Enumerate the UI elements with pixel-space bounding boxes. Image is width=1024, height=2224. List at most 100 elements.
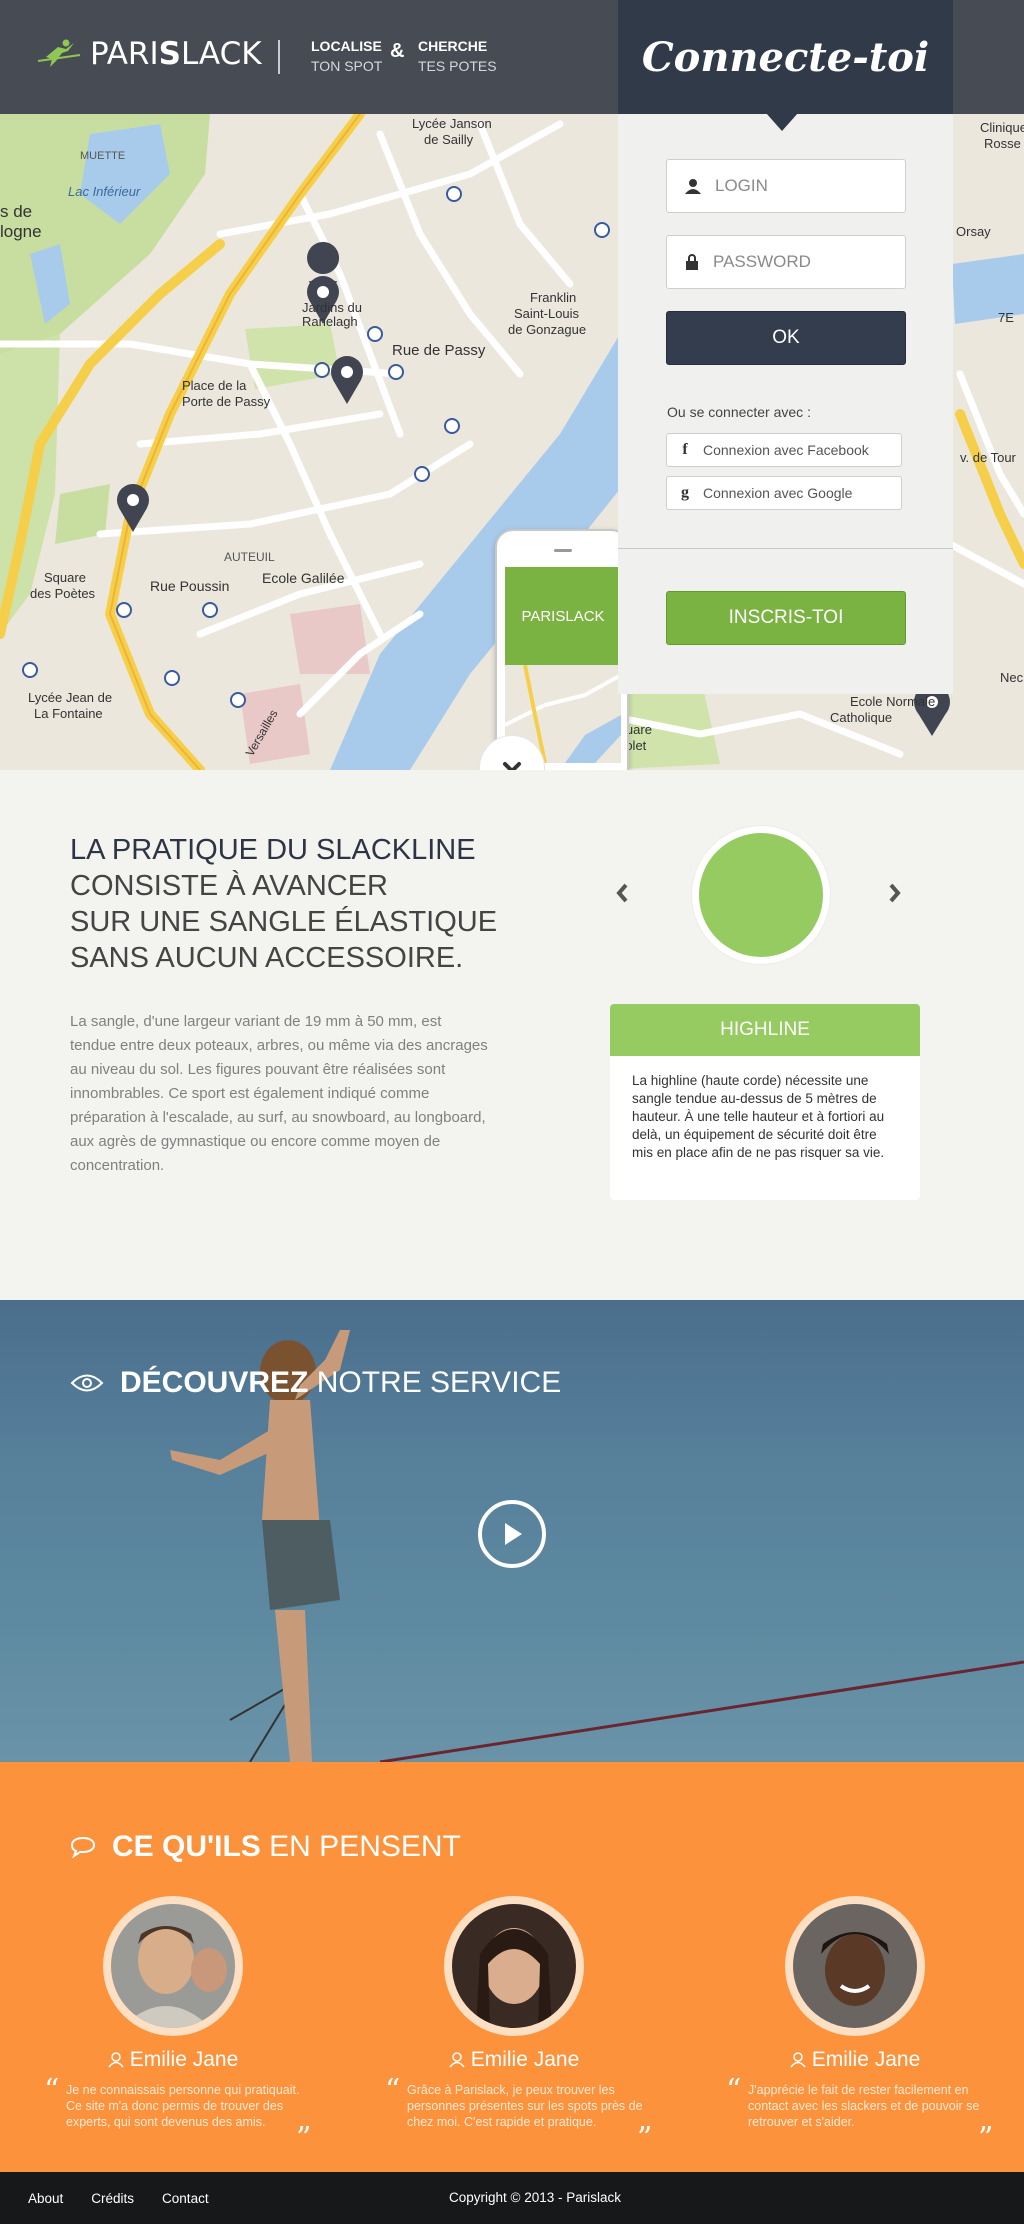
tagline-localise: LOCALISE TON SPOT	[311, 36, 382, 76]
google-login-label: Connexion avec Google	[703, 485, 853, 501]
alt-login-label: Ou se connecter avec :	[667, 404, 811, 420]
map-label: de Sailly	[424, 132, 474, 147]
phone-screen: PARISLACK	[505, 567, 621, 763]
avatar-photo	[793, 1904, 917, 2028]
map-label: Clinique	[980, 120, 1024, 135]
testimonials-title-rest: EN PENSENT	[269, 1830, 461, 1863]
map-label: Franklin	[530, 290, 577, 305]
logo-text-part: PARI	[90, 36, 159, 72]
phone-mockup: PARISLACK	[495, 529, 629, 770]
logo-text-part: LACK	[180, 36, 262, 72]
intro-body: La sangle, d'une largeur variant de 19 m…	[70, 1013, 488, 1174]
map-label: Place de la	[182, 378, 247, 393]
map-label: Orsay	[956, 224, 991, 239]
panel-divider	[618, 548, 953, 549]
tagline-title: CHERCHE	[418, 38, 488, 54]
map-label: Ranelagh	[302, 314, 358, 329]
highline-card-title: HIGHLINE	[610, 1004, 920, 1056]
video-title-text: DÉCOUVREZ NOTRE SERVICE	[120, 1366, 561, 1400]
map-label: Lac Inférieur	[68, 184, 141, 199]
user-icon	[790, 2052, 806, 2068]
testimonial-author: Emilie Jane	[8, 2048, 338, 2072]
footer-link-credits[interactable]: Crédits	[91, 2191, 134, 2206]
login-arrow	[766, 113, 798, 131]
map-label: Rosse	[984, 136, 1021, 151]
footer-link-contact[interactable]: Contact	[162, 2191, 209, 2206]
tagline-subtitle: TES POTES	[418, 58, 497, 74]
map-label: Porte de Passy	[182, 394, 271, 409]
testimonial-author: Emilie Jane	[690, 2048, 1020, 2072]
testimonials-section: CE QU'ILS EN PENSENT Emilie Jane “ Je ne…	[0, 1762, 1024, 2172]
map-label: Jardins du	[302, 300, 362, 315]
password-input[interactable]	[713, 252, 883, 272]
close-quote-icon: ”	[978, 2121, 994, 2156]
map-label: des Poètes	[30, 586, 96, 601]
map-label: Nec	[1000, 670, 1024, 685]
facebook-login-label: Connexion avec Facebook	[703, 442, 869, 458]
close-quote-icon: ”	[637, 2121, 653, 2156]
logo[interactable]: PARISLACK	[36, 36, 262, 72]
map-label: Versailles	[242, 707, 281, 759]
google-icon: g	[681, 484, 689, 501]
slackline-intro-section: LA PRATIQUE DU SLACKLINE CONSISTE À AVAN…	[0, 770, 1024, 1300]
avatar-photo	[111, 1904, 235, 2028]
map-label: logne	[0, 222, 42, 241]
tagline-ampersand: &	[390, 40, 405, 62]
map-label: AUTEUIL	[224, 550, 275, 564]
open-quote-icon: “	[44, 2073, 60, 2108]
video-title-bold: DÉCOUVREZ	[120, 1366, 309, 1399]
map-label: Rue de Passy	[392, 342, 486, 359]
tagline-title: LOCALISE	[311, 38, 382, 54]
logo-text: PARISLACK	[90, 36, 262, 72]
page: MUETTE Lac Inférieur s de logne Jardins …	[0, 0, 1024, 2224]
close-quote-icon: ”	[296, 2121, 312, 2156]
play-button[interactable]	[478, 1500, 546, 1568]
map-label: Ecole Galilée	[262, 570, 345, 586]
copyright: Copyright © 2013 - Parislack	[449, 2190, 622, 2205]
login-input[interactable]	[715, 176, 885, 196]
play-icon	[505, 1523, 522, 1545]
signup-button[interactable]: INSCRIS-TOI	[666, 591, 906, 645]
tagline-cherche: CHERCHE TES POTES	[418, 36, 497, 76]
header-divider	[278, 40, 280, 74]
phone-logo: PARISLACK	[505, 567, 621, 665]
map-label: MUETTE	[80, 150, 126, 162]
phone-speaker	[554, 549, 572, 552]
map-label: Rue Poussin	[150, 578, 230, 594]
login-field[interactable]	[666, 159, 906, 213]
carousel-image	[692, 826, 830, 964]
map-label: de Gonzague	[508, 322, 587, 337]
password-field[interactable]	[666, 235, 906, 289]
testimonial-author: Emilie Jane	[349, 2048, 679, 2072]
footer: About Crédits Contact Copyright © 2013 -…	[0, 2172, 1024, 2224]
intro-title-line: SANS AUCUN ACCESSOIRE.	[70, 942, 464, 974]
user-icon	[449, 2052, 465, 2068]
testimonials-title: CE QU'ILS EN PENSENT	[70, 1830, 461, 1864]
intro-title-line: SUR UNE SANGLE ÉLASTIQUE	[70, 906, 498, 938]
testimonial-author-name: Emilie Jane	[129, 2048, 239, 2071]
speech-bubble-icon	[70, 1836, 96, 1858]
highline-card-body: La highline (haute corde) nécessite une …	[632, 1073, 885, 1160]
carousel-next-button[interactable]	[888, 882, 902, 911]
open-quote-icon: “	[726, 2073, 742, 2108]
testimonial-author-name: Emilie Jane	[470, 2048, 580, 2071]
footer-link-about[interactable]: About	[28, 2191, 63, 2206]
ok-button[interactable]: OK	[666, 311, 906, 365]
google-login-button[interactable]: g Connexion avec Google	[666, 476, 902, 510]
avatar	[785, 1896, 925, 2036]
map-label: v. de Tour	[960, 450, 1016, 465]
login-header: Connecte-toi	[618, 0, 953, 114]
intro-title-line: LA PRATIQUE DU SLACKLINE	[70, 834, 476, 866]
avatar	[444, 1896, 584, 2036]
intro-title-line: CONSISTE À AVANCER	[70, 870, 388, 902]
carousel-prev-button[interactable]	[615, 882, 629, 911]
facebook-icon: f	[682, 441, 688, 458]
facebook-login-button[interactable]: f Connexion avec Facebook	[666, 433, 902, 467]
testimonials-title-bold: CE QU'ILS	[112, 1830, 261, 1863]
map-label: Ecole Normale	[850, 694, 936, 709]
user-icon	[108, 2052, 124, 2068]
map-label: Saint-Louis	[514, 306, 580, 321]
lock-icon	[686, 254, 698, 270]
map-label: s de	[0, 202, 33, 221]
video-title-rest: NOTRE SERVICE	[316, 1366, 562, 1399]
